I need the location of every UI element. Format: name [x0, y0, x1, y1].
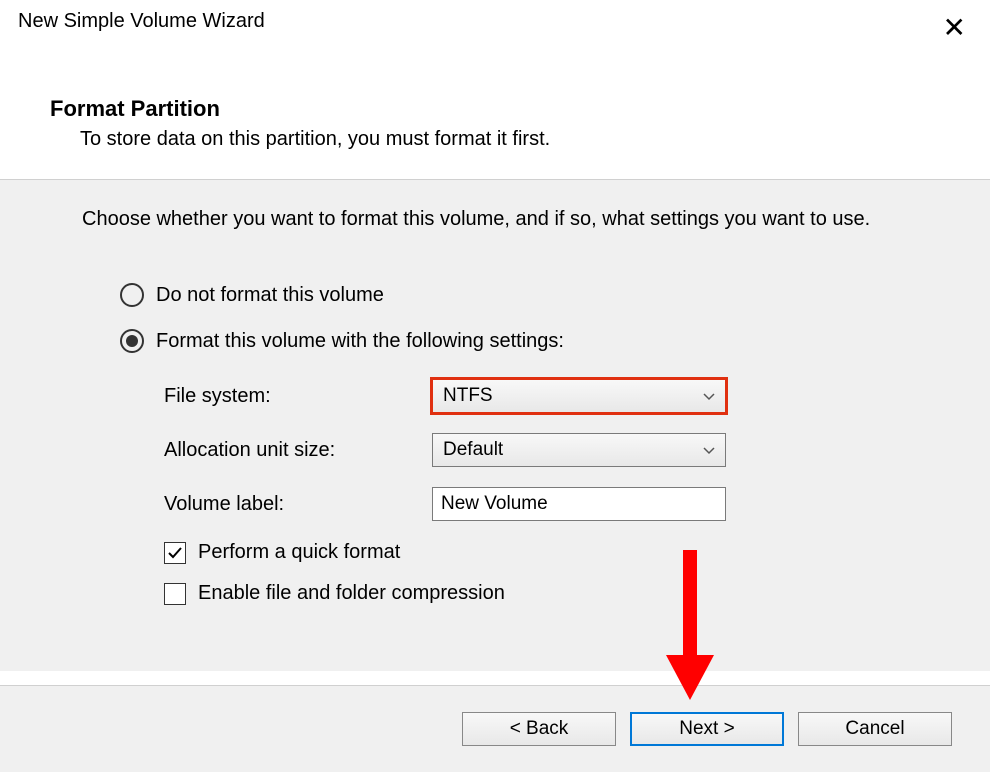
radio-format-label: Format this volume with the following se…: [156, 330, 564, 353]
radio-no-format-label: Do not format this volume: [156, 284, 384, 307]
format-settings: File system: NTFS Allocation unit size: …: [0, 379, 990, 521]
instruction-text: Choose whether you want to format this v…: [0, 208, 990, 231]
title-bar: New Simple Volume Wizard ✕: [0, 0, 990, 46]
radio-no-format-row[interactable]: Do not format this volume: [0, 283, 990, 307]
page-subtitle: To store data on this partition, you mus…: [50, 128, 990, 151]
compression-checkbox[interactable]: [164, 583, 186, 605]
quick-format-label: Perform a quick format: [198, 541, 400, 564]
allocation-label: Allocation unit size:: [164, 439, 432, 462]
chevron-down-icon: [703, 388, 715, 404]
content-body: Choose whether you want to format this v…: [0, 180, 990, 671]
radio-no-format[interactable]: [120, 283, 144, 307]
cancel-button[interactable]: Cancel: [798, 712, 952, 746]
back-button[interactable]: < Back: [462, 712, 616, 746]
allocation-dropdown[interactable]: Default: [432, 433, 726, 467]
compression-label: Enable file and folder compression: [198, 582, 505, 605]
allocation-row: Allocation unit size: Default: [164, 433, 990, 467]
next-button[interactable]: Next >: [630, 712, 784, 746]
volume-label-row: Volume label:: [164, 487, 990, 521]
wizard-header: Format Partition To store data on this p…: [0, 46, 990, 179]
volume-label-label: Volume label:: [164, 493, 432, 516]
file-system-row: File system: NTFS: [164, 379, 990, 413]
quick-format-row[interactable]: Perform a quick format: [0, 541, 990, 564]
quick-format-checkbox[interactable]: [164, 542, 186, 564]
close-icon[interactable]: ✕: [935, 10, 974, 46]
wizard-footer: < Back Next > Cancel: [0, 685, 990, 772]
radio-format-row[interactable]: Format this volume with the following se…: [0, 329, 990, 353]
volume-label-input[interactable]: [432, 487, 726, 521]
file-system-value: NTFS: [443, 385, 493, 407]
radio-format[interactable]: [120, 329, 144, 353]
page-title: Format Partition: [50, 96, 990, 122]
compression-row[interactable]: Enable file and folder compression: [0, 582, 990, 605]
chevron-down-icon: [703, 442, 715, 458]
file-system-dropdown[interactable]: NTFS: [432, 379, 726, 413]
file-system-label: File system:: [164, 385, 432, 408]
window-title: New Simple Volume Wizard: [18, 10, 265, 33]
allocation-value: Default: [443, 439, 503, 461]
